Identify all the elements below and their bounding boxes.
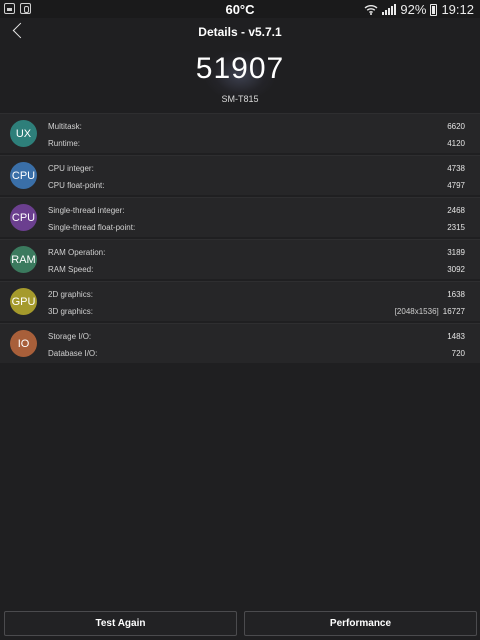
metric-label: RAM Operation: bbox=[48, 248, 106, 257]
metric-value: 4738 bbox=[447, 164, 465, 173]
ram-badge-icon: RAM bbox=[10, 246, 37, 273]
metric-list: UX Multitask: 6620 Runtime: 4120 CPU CPU… bbox=[0, 113, 480, 365]
status-bar: 60°C 92% 19:12 bbox=[0, 0, 480, 18]
metric-row-gpu: GPU 2D graphics: 1638 3D graphics: [2048… bbox=[0, 281, 480, 321]
metric-row-single-thread: CPU Single-thread integer: 2468 Single-t… bbox=[0, 197, 480, 237]
battery-percent: 92% bbox=[400, 2, 427, 17]
metric-label: Runtime: bbox=[48, 139, 81, 148]
test-again-button[interactable]: Test Again bbox=[4, 611, 237, 636]
metric-value: 2315 bbox=[447, 223, 465, 232]
metric-value: 3189 bbox=[447, 248, 465, 257]
metric-value: 6620 bbox=[447, 122, 465, 131]
status-time: 19:12 bbox=[441, 2, 474, 17]
metric-label: CPU float-point: bbox=[48, 181, 105, 190]
metric-row-cpu: CPU CPU integer: 4738 CPU float-point: 4… bbox=[0, 155, 480, 195]
cpu-badge-icon: CPU bbox=[10, 162, 37, 189]
metric-row-ram: RAM RAM Operation: 3189 RAM Speed: 3092 bbox=[0, 239, 480, 279]
metric-label: Multitask: bbox=[48, 122, 82, 131]
wifi-icon bbox=[364, 5, 378, 15]
io-badge-icon: IO bbox=[10, 330, 37, 357]
metric-value: 1638 bbox=[447, 290, 465, 299]
metric-value-number: 16727 bbox=[442, 307, 465, 316]
signal-icon bbox=[382, 4, 397, 15]
metric-label: Storage I/O: bbox=[48, 332, 92, 341]
resolution-label: [2048x1536] bbox=[394, 307, 439, 316]
device-name: SM-T815 bbox=[221, 94, 259, 104]
metric-label: Single-thread integer: bbox=[48, 206, 125, 215]
cpu-single-badge-icon: CPU bbox=[10, 204, 37, 231]
metric-value: 4797 bbox=[447, 181, 465, 190]
metric-label: 3D graphics: bbox=[48, 307, 93, 316]
total-score: 51907 bbox=[195, 52, 285, 85]
metric-value: 4120 bbox=[447, 139, 465, 148]
metric-row-io: IO Storage I/O: 1483 Database I/O: 720 bbox=[0, 323, 480, 363]
metric-label: Database I/O: bbox=[48, 349, 98, 358]
gpu-badge-icon: GPU bbox=[10, 288, 37, 315]
metric-row-ux: UX Multitask: 6620 Runtime: 4120 bbox=[0, 113, 480, 153]
metric-value: [2048x1536] 16727 bbox=[395, 307, 465, 316]
app-header: Details - v5.7.1 bbox=[0, 18, 480, 46]
battery-icon bbox=[430, 3, 438, 16]
score-area: 51907 SM-T815 bbox=[0, 46, 480, 112]
page-title: Details - v5.7.1 bbox=[198, 25, 282, 39]
metric-value: 3092 bbox=[447, 265, 465, 274]
metric-label: RAM Speed: bbox=[48, 265, 94, 274]
metric-value: 2468 bbox=[447, 206, 465, 215]
metric-label: CPU integer: bbox=[48, 164, 94, 173]
metric-value: 720 bbox=[451, 349, 465, 358]
metric-label: 2D graphics: bbox=[48, 290, 93, 299]
ux-badge-icon: UX bbox=[10, 120, 37, 147]
performance-button[interactable]: Performance bbox=[244, 611, 477, 636]
metric-value: 1483 bbox=[447, 332, 465, 341]
metric-label: Single-thread float-point: bbox=[48, 223, 136, 232]
status-right: 92% 19:12 bbox=[364, 2, 474, 17]
